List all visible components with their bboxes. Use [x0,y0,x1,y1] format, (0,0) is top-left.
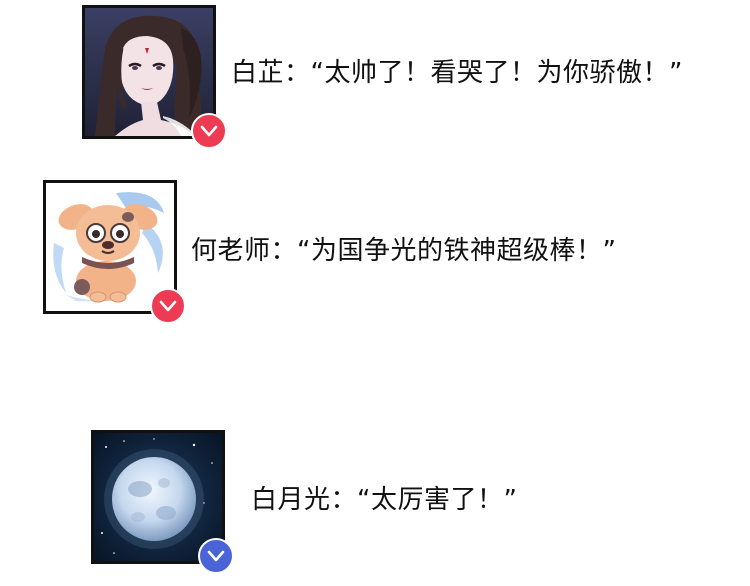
comment-line: 白月光：“太厉害了！” [251,485,517,515]
comment-item: 何老师：“为国争光的铁神超级棒！” [0,170,750,330]
verified-v-icon [207,550,225,562]
comment-separator: ： [284,58,311,88]
comment-item: 白月光：“太厉害了！” [0,420,750,586]
comment-line: 白芷：“太帅了！看哭了！为你骄傲！” [231,58,683,88]
comment-item: 白芷：“太帅了！看哭了！为你骄傲！” [0,0,750,160]
verified-v-icon [159,300,177,312]
comment-author[interactable]: 何老师 [191,236,271,266]
comment-text: “太厉害了！” [357,485,518,515]
comment-separator: ： [330,485,358,515]
comment-line: 何老师：“为国争光的铁神超级棒！” [191,236,616,266]
verified-v-badge [150,288,186,324]
verified-v-badge [191,113,227,149]
verified-v-badge [198,538,234,574]
comment-author[interactable]: 白芷 [231,58,284,88]
comment-text: “为国争光的铁神超级棒！” [297,236,617,266]
verified-v-icon [200,125,218,137]
woman-portrait-image [85,8,213,136]
comment-separator: ： [270,236,298,266]
comment-text: “太帅了！看哭了！为你骄傲！” [310,58,683,88]
comment-author[interactable]: 白月光 [251,485,331,515]
